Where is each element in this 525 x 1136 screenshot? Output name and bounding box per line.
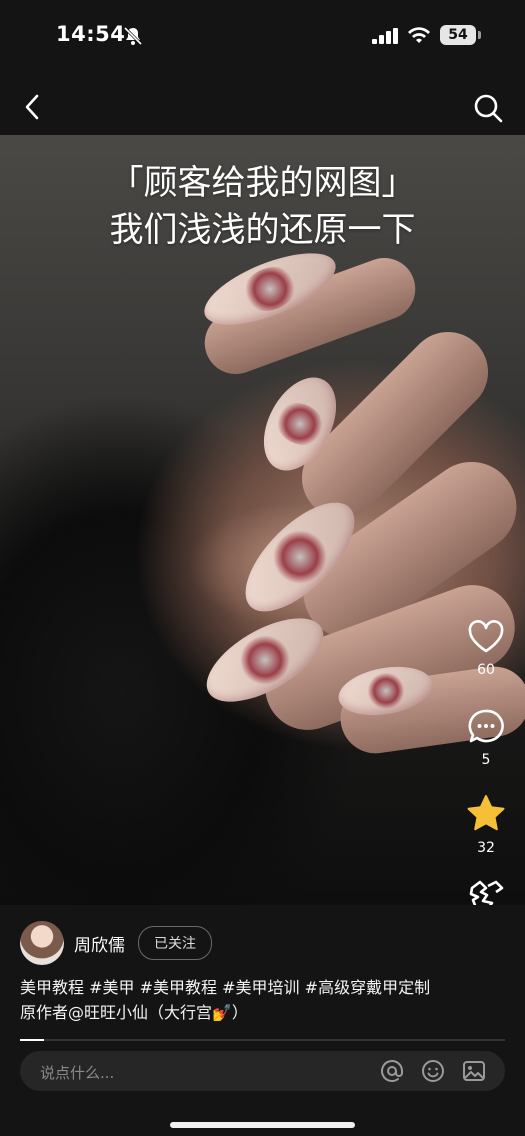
back-arrow-icon[interactable]	[20, 92, 46, 122]
emoji-icon[interactable]	[421, 1059, 445, 1083]
comment-placeholder: 说点什么...	[40, 1064, 115, 1082]
signal-icon	[372, 28, 398, 44]
follow-label: 已关注	[154, 936, 196, 952]
caption-text: 原作者@旺旺小仙（大行宫💅）	[20, 1003, 248, 1022]
wifi-icon	[408, 27, 430, 43]
progress-fill	[20, 1039, 45, 1041]
hashtag[interactable]: 美甲教程	[20, 978, 84, 997]
battery-level: 54	[448, 27, 468, 43]
battery-indicator: 54	[440, 25, 476, 45]
at-mention-icon[interactable]	[380, 1059, 404, 1083]
status-time: 14:54	[56, 22, 126, 46]
post-info-panel: 周欣儒 已关注 美甲教程 #美甲 #美甲教程 #美甲培训 #高级穿戴甲定制 原作…	[0, 905, 525, 1136]
collect-count: 32	[477, 840, 495, 856]
bell-muted-icon	[123, 26, 143, 46]
hashtag[interactable]: #美甲教程	[140, 978, 217, 997]
author-name[interactable]: 周欣儒	[74, 931, 125, 956]
hashtag[interactable]: #美甲	[89, 978, 134, 997]
comment-count: 5	[481, 752, 491, 768]
author-avatar[interactable]	[20, 921, 64, 965]
comment-bubble-icon	[468, 709, 504, 743]
top-nav	[0, 80, 525, 135]
comment-input[interactable]: 说点什么...	[20, 1051, 505, 1091]
home-indicator	[170, 1122, 355, 1128]
battery-tip	[478, 31, 481, 39]
follow-button[interactable]: 已关注	[138, 926, 212, 960]
overlay-line-1: 「顾客给我的网图」	[109, 163, 416, 203]
hashtag[interactable]: #美甲培训	[222, 978, 299, 997]
video-progress-bar[interactable]	[20, 1039, 505, 1041]
overlay-title: 「顾客给我的网图」 我们浅浅的还原一下	[0, 160, 525, 254]
star-icon	[467, 795, 505, 831]
hashtag[interactable]: #高级穿戴甲定制	[305, 978, 430, 997]
image-icon[interactable]	[462, 1059, 486, 1083]
like-count: 60	[477, 662, 495, 678]
post-caption: 美甲教程 #美甲 #美甲教程 #美甲培训 #高级穿戴甲定制 原作者@旺旺小仙（大…	[20, 975, 440, 1025]
like-button[interactable]: 60	[461, 620, 511, 678]
overlay-line-2: 我们浅浅的还原一下	[109, 210, 416, 250]
post-image[interactable]: 「顾客给我的网图」 我们浅浅的还原一下	[0, 135, 525, 905]
status-bar: 14:54 54	[0, 0, 525, 70]
comment-button[interactable]: 5	[461, 708, 511, 768]
collect-button[interactable]: 32	[461, 794, 511, 856]
heart-icon	[468, 620, 504, 653]
search-icon[interactable]	[472, 92, 504, 124]
